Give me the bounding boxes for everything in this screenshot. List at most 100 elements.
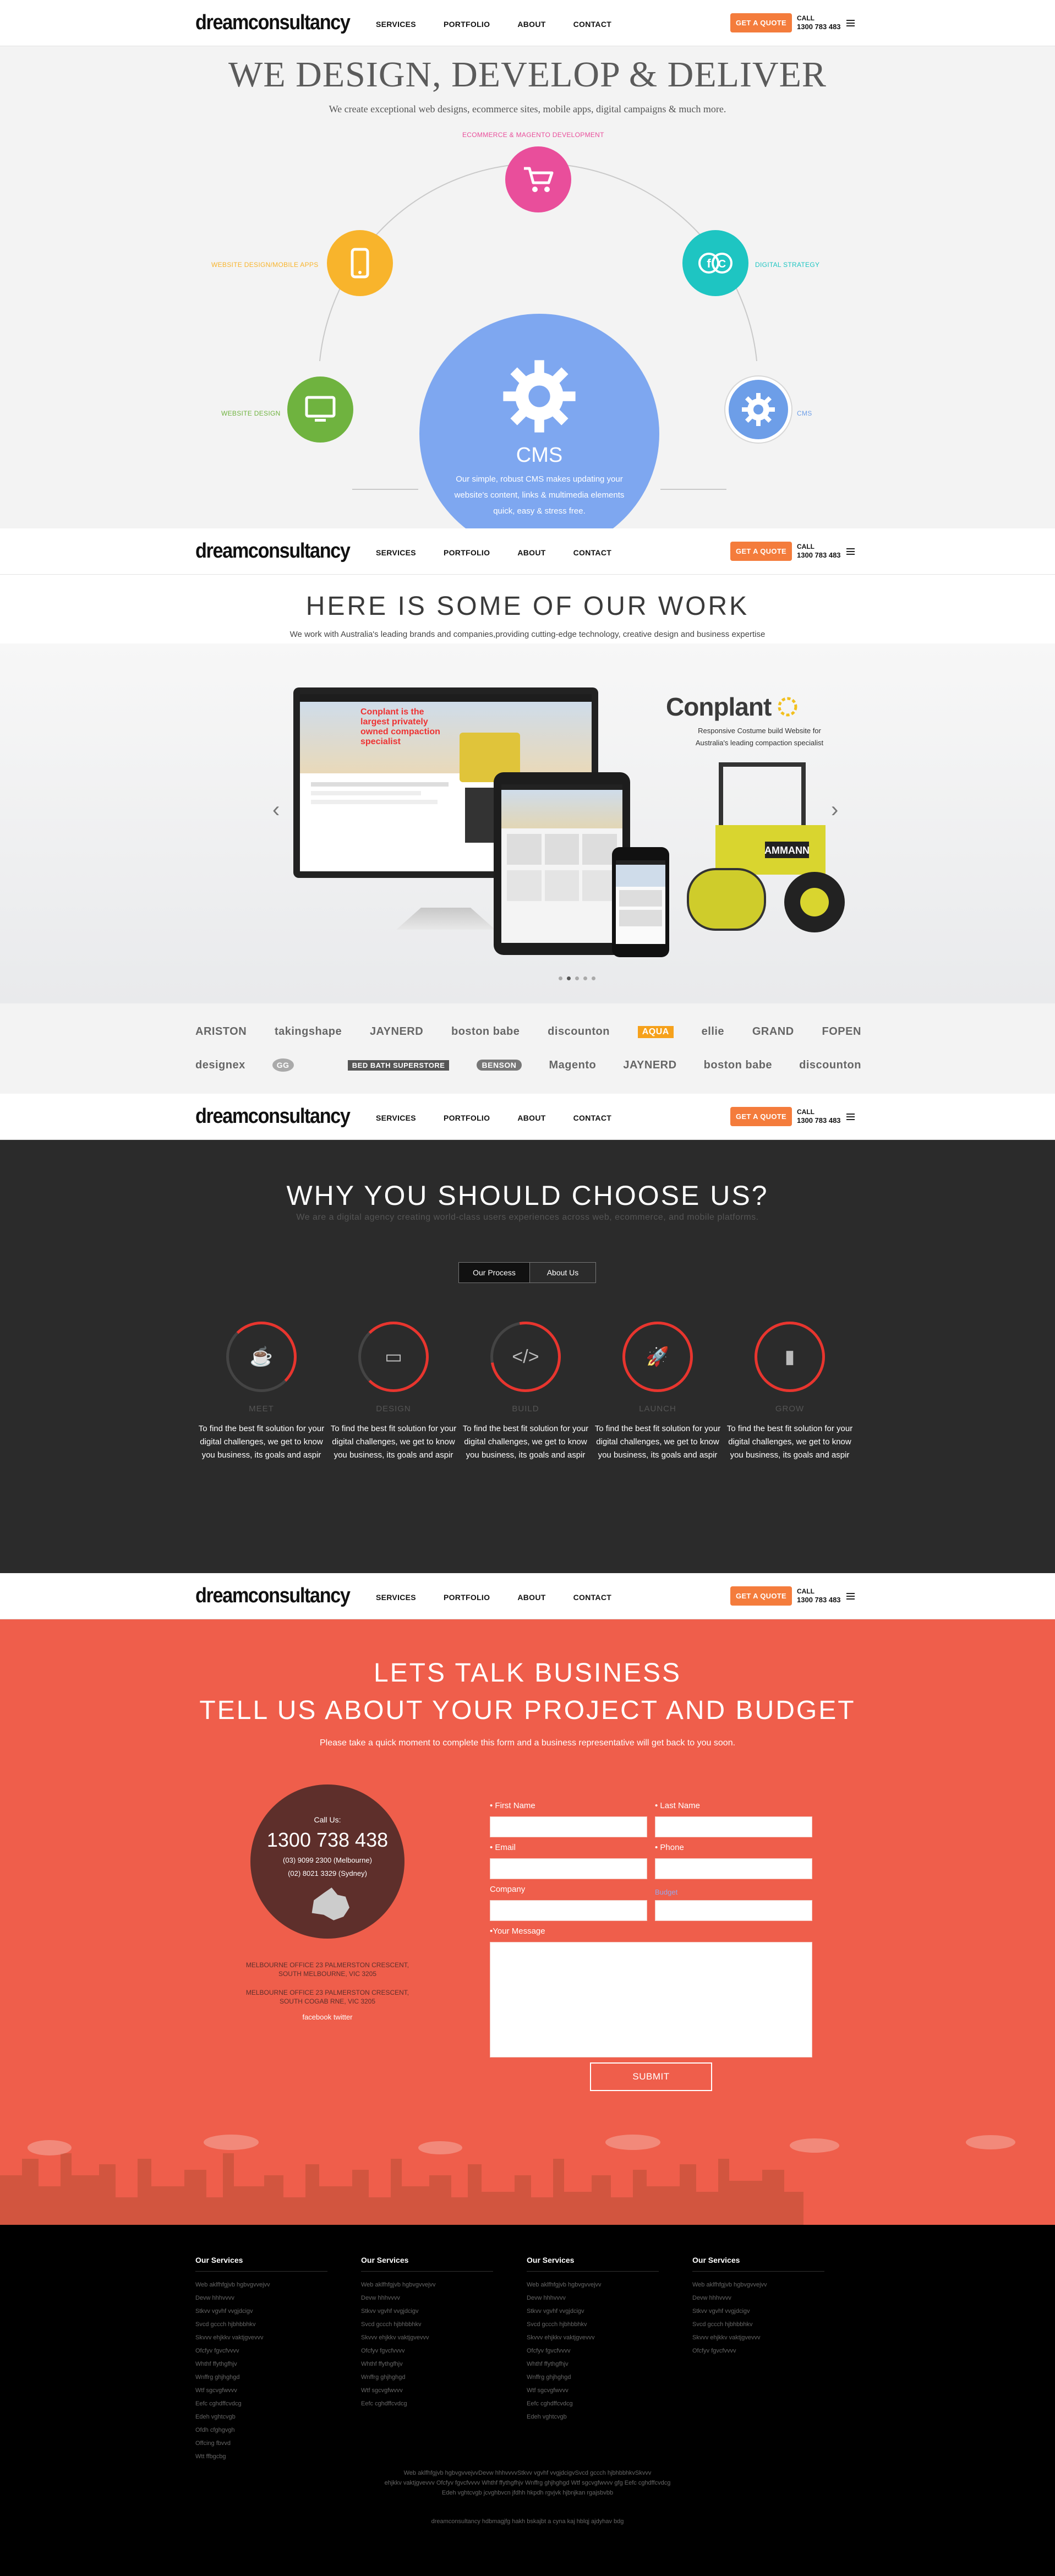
footer-link[interactable]: Wnffrg ghjhghgd	[527, 2371, 659, 2384]
call-number[interactable]: 1300 783 483	[797, 23, 841, 31]
service-node-mobile[interactable]	[327, 230, 393, 296]
footer-link[interactable]: Stkvv vgvhf vvgjdcigv	[527, 2305, 659, 2318]
menu-portfolio[interactable]: PORTFOLIO	[444, 20, 490, 29]
service-node-ecommerce[interactable]	[505, 146, 571, 212]
footer-link[interactable]: Wtt ffbgcbg	[195, 2450, 327, 2463]
menu-services[interactable]: SERVICES	[376, 20, 416, 29]
footer-link[interactable]: Ofcfyv fgvcfvvvv	[527, 2344, 659, 2357]
footer-link[interactable]: Ofcfyv fgvcfvvvv	[195, 2344, 327, 2357]
menu-services[interactable]: SERVICES	[376, 1593, 416, 1602]
footer-link[interactable]: Wtf sgcvgfwvvv	[361, 2384, 493, 2397]
footer-link[interactable]: Skvvv ehjkkv vaktjgvevvv	[361, 2331, 493, 2344]
footer-link[interactable]: Edeh vghtcvgb	[195, 2410, 327, 2424]
footer-links-line-1[interactable]: Web aklfhfgjvb hgbvgvvejvvDevw hhhvvvvSt…	[0, 2468, 1055, 2478]
slider-dot-active[interactable]	[567, 976, 571, 980]
process-step-meet: ☕ MEET To find the best fit solution for…	[198, 1322, 325, 1462]
footer-link[interactable]: Skvvv ehjkkv vaktjgvevvv	[692, 2331, 824, 2344]
footer-link[interactable]: Stkvv vgvhf vvgjdcigv	[692, 2305, 824, 2318]
social-links[interactable]: facebook twitter	[237, 2013, 418, 2021]
menu-portfolio[interactable]: PORTFOLIO	[444, 1593, 490, 1602]
logo[interactable]: dreamconsultancy	[195, 1105, 351, 1128]
menu-services[interactable]: SERVICES	[376, 548, 416, 557]
logo[interactable]: dreamconsultancy	[195, 11, 351, 35]
call-number[interactable]: 1300 783 483	[797, 551, 841, 559]
service-node-web[interactable]	[287, 376, 353, 443]
first-name-input[interactable]	[490, 1816, 647, 1837]
footer-link[interactable]: Edeh vghtcvgb	[527, 2410, 659, 2424]
menu-about[interactable]: ABOUT	[517, 1114, 545, 1122]
footer-link[interactable]: Web aklfhfgjvb hgbvgvvejvv	[527, 2278, 659, 2291]
budget-select[interactable]	[655, 1900, 812, 1921]
footer-link[interactable]: Eefc cghdffcvdcg	[527, 2397, 659, 2410]
get-quote-button[interactable]: GET A QUOTE	[730, 1107, 792, 1126]
service-node-cms[interactable]	[725, 376, 791, 443]
menu-portfolio[interactable]: PORTFOLIO	[444, 1114, 490, 1122]
footer-link[interactable]: Svcd gccch hjbhbbhkv	[527, 2318, 659, 2331]
footer-link[interactable]: Devw hhhvvvv	[692, 2291, 824, 2305]
logo[interactable]: dreamconsultancy	[195, 539, 351, 563]
menu-about[interactable]: ABOUT	[517, 1593, 545, 1602]
footer-link[interactable]: Web aklfhfgjvb hgbvgvvejvv	[195, 2278, 327, 2291]
hamburger-menu-icon[interactable]	[846, 20, 855, 26]
footer-link[interactable]: Ofcfyv fgvcfvvvv	[361, 2344, 493, 2357]
footer-link[interactable]: Wnffrg ghjhghgd	[361, 2371, 493, 2384]
hamburger-menu-icon[interactable]	[846, 1593, 855, 1600]
service-node-strategy[interactable]: fC	[682, 230, 748, 296]
footer-link[interactable]: Wtf sgcvgfwvvv	[195, 2384, 327, 2397]
menu-portfolio[interactable]: PORTFOLIO	[444, 548, 490, 557]
footer-link[interactable]: Devw hhhvvvv	[361, 2291, 493, 2305]
menu-contact[interactable]: CONTACT	[573, 1593, 612, 1602]
footer-link[interactable]: Web aklfhfgjvb hgbvgvvejvv	[692, 2278, 824, 2291]
hamburger-menu-icon[interactable]	[846, 548, 855, 555]
footer-link[interactable]: Web aklfhfgjvb hgbvgvvejvv	[361, 2278, 493, 2291]
logo[interactable]: dreamconsultancy	[195, 1584, 351, 1608]
message-textarea[interactable]	[490, 1942, 812, 2057]
footer-link[interactable]: Offcing fbvvd	[195, 2437, 327, 2450]
menu-about[interactable]: ABOUT	[517, 20, 545, 29]
tab-our-process[interactable]: Our Process	[459, 1263, 529, 1282]
footer-link[interactable]: Skvvv ehjkkv vaktjgvevvv	[195, 2331, 327, 2344]
slider-dot[interactable]	[559, 976, 562, 980]
call-number[interactable]: 1300 783 483	[797, 1116, 841, 1125]
footer-link[interactable]: Whthf ffythgfhjv	[361, 2357, 493, 2371]
footer-link[interactable]: Wnffrg ghjhghgd	[195, 2371, 327, 2384]
slider-dot[interactable]	[592, 976, 595, 980]
footer-link[interactable]: Devw hhhvvvv	[527, 2291, 659, 2305]
footer-links-line-3[interactable]: Edeh vghtcvgb jcvghbvcn jfdhh hkpdh rgvj…	[0, 2488, 1055, 2498]
footer-link[interactable]: Ofcfyv fgvcfvvvv	[692, 2344, 824, 2357]
footer-link[interactable]: Eefc cghdffcvdcg	[361, 2397, 493, 2410]
slider-dot[interactable]	[583, 976, 587, 980]
email-input[interactable]	[490, 1858, 647, 1879]
footer-link[interactable]: Svcd gccch hjbhbbhkv	[361, 2318, 493, 2331]
phone-input[interactable]	[655, 1858, 812, 1879]
company-input[interactable]	[490, 1900, 647, 1921]
slider-dot[interactable]	[575, 976, 579, 980]
contact-phone[interactable]: 1300 738 438	[250, 1829, 404, 1852]
get-quote-button[interactable]: GET A QUOTE	[730, 13, 792, 32]
submit-button[interactable]: SUBMIT	[590, 2062, 712, 2091]
get-quote-button[interactable]: GET A QUOTE	[730, 1586, 792, 1606]
footer-link[interactable]: Whthf ffythgfhjv	[195, 2357, 327, 2371]
get-quote-button[interactable]: GET A QUOTE	[730, 542, 792, 561]
menu-about[interactable]: ABOUT	[517, 548, 545, 557]
footer-link[interactable]: Wtf sgcvgfwvvv	[527, 2384, 659, 2397]
footer-link[interactable]: Eefc cghdffcvdcg	[195, 2397, 327, 2410]
footer-link[interactable]: Skvvv ehjkkv vaktjgvevvv	[527, 2331, 659, 2344]
footer-link[interactable]: Svcd gccch hjbhbbhkv	[195, 2318, 327, 2331]
footer-link[interactable]: Devw hhhvvvv	[195, 2291, 327, 2305]
footer-link[interactable]: Ofdh cfghgvgh	[195, 2424, 327, 2437]
footer-link[interactable]: Stkvv vgvhf vvgjdcigv	[195, 2305, 327, 2318]
menu-contact[interactable]: CONTACT	[573, 1114, 612, 1122]
footer-links-line-2[interactable]: ehjkkv vaktjgvevvv Ofcfyv fgvcfvvvv Whth…	[0, 2478, 1055, 2488]
slider-prev-icon[interactable]: ‹	[272, 798, 280, 822]
footer-link[interactable]: Stkvv vgvhf vvgjdcigv	[361, 2305, 493, 2318]
last-name-input[interactable]	[655, 1816, 812, 1837]
hamburger-menu-icon[interactable]	[846, 1114, 855, 1120]
menu-services[interactable]: SERVICES	[376, 1114, 416, 1122]
footer-link[interactable]: Whthf ffythgfhjv	[527, 2357, 659, 2371]
menu-contact[interactable]: CONTACT	[573, 548, 612, 557]
footer-link[interactable]: Svcd gccch hjbhbbhkv	[692, 2318, 824, 2331]
menu-contact[interactable]: CONTACT	[573, 20, 612, 29]
call-number[interactable]: 1300 783 483	[797, 1596, 841, 1604]
tab-about-us[interactable]: About Us	[529, 1263, 595, 1282]
